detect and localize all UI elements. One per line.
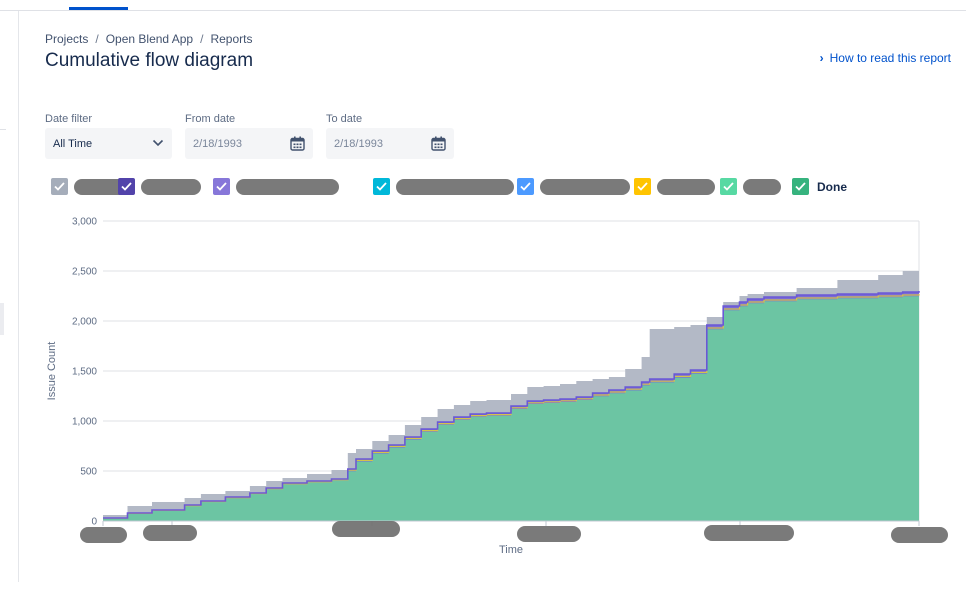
x-tick-label-redacted <box>517 526 581 542</box>
y-tick-label: 2,500 <box>72 267 97 278</box>
y-tick-label: 2,000 <box>72 317 97 328</box>
y-tick-label: 0 <box>91 517 97 528</box>
y-axis-title: Issue Count <box>46 342 58 401</box>
y-tick-label: 1,500 <box>72 367 97 378</box>
x-tick-label-redacted <box>143 525 197 541</box>
x-tick-label-redacted <box>80 527 127 543</box>
x-axis-title: Time <box>499 544 523 556</box>
cumulative-flow-chart: 0 500 1,000 1,500 2,000 2,500 3,000 Time Issue C… <box>46 217 948 556</box>
y-tick-label: 500 <box>80 467 97 478</box>
x-tick-label-redacted <box>891 527 948 543</box>
x-tick-label-redacted <box>332 521 400 537</box>
y-tick-label: 3,000 <box>72 217 97 228</box>
y-tick-label: 1,000 <box>72 417 97 428</box>
x-tick-label-redacted <box>704 525 794 541</box>
